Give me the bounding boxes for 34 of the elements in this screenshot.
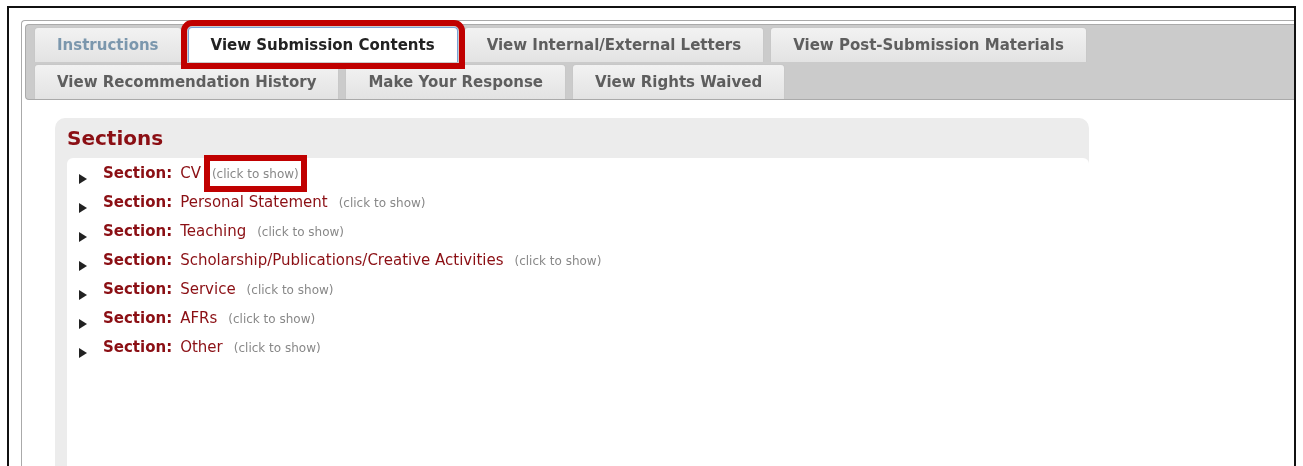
expand-triangle-icon[interactable] bbox=[79, 260, 87, 271]
section-label: Section: bbox=[103, 164, 173, 182]
section-name[interactable]: AFRs bbox=[180, 309, 218, 327]
tab[interactable]: View Internal/External Letters bbox=[463, 27, 765, 62]
section-name[interactable]: Teaching bbox=[180, 222, 247, 240]
click-to-show-link[interactable]: (click to show) bbox=[233, 341, 321, 355]
tab[interactable]: View Post-Submission Materials bbox=[770, 27, 1087, 62]
section-name[interactable]: CV bbox=[180, 164, 201, 182]
expand-triangle-icon[interactable] bbox=[79, 173, 87, 184]
expand-triangle-icon[interactable] bbox=[79, 231, 87, 242]
section-name[interactable]: Personal Statement bbox=[180, 193, 328, 211]
expand-triangle-icon[interactable] bbox=[79, 347, 87, 358]
section-label: Section: bbox=[103, 280, 173, 298]
section-label: Section: bbox=[103, 251, 173, 269]
tab[interactable]: View Rights Waived bbox=[572, 64, 786, 99]
click-to-show-link[interactable]: (click to show) bbox=[338, 196, 426, 210]
section-label: Section: bbox=[103, 338, 173, 356]
sections-title: Sections bbox=[67, 126, 165, 150]
section-name[interactable]: Other bbox=[180, 338, 223, 356]
click-to-show-link[interactable]: (click to show) bbox=[228, 312, 316, 326]
click-to-show-link[interactable]: (click to show) bbox=[257, 225, 345, 239]
section-label: Section: bbox=[103, 222, 173, 240]
tab[interactable]: View Recommendation History bbox=[34, 64, 340, 99]
expand-triangle-icon[interactable] bbox=[79, 318, 87, 329]
click-to-show-link[interactable]: (click to show) bbox=[211, 167, 299, 181]
tab[interactable]: Make Your Response bbox=[345, 64, 567, 99]
section-name[interactable]: Service bbox=[180, 280, 236, 298]
expand-triangle-icon[interactable] bbox=[79, 202, 87, 213]
section-label: Section: bbox=[103, 193, 173, 211]
section-name[interactable]: Scholarship/Publications/Creative Activities bbox=[180, 251, 504, 269]
section-label: Section: bbox=[103, 309, 173, 327]
click-to-show-link[interactable]: (click to show) bbox=[514, 254, 602, 268]
expand-triangle-icon[interactable] bbox=[79, 289, 87, 300]
click-to-show-link[interactable]: (click to show) bbox=[246, 283, 334, 297]
